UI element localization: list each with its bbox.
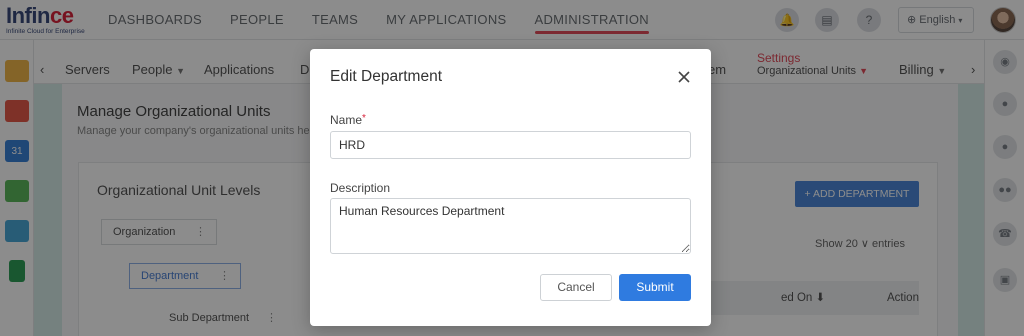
description-textarea[interactable]: Human Resources Department: [330, 198, 691, 254]
submit-button[interactable]: Submit: [619, 274, 691, 301]
name-label-text: Name: [330, 113, 363, 127]
edit-department-modal: Edit Department Name* Description Human …: [310, 49, 711, 326]
description-label: Description: [330, 181, 391, 195]
required-marker: *: [362, 113, 366, 124]
name-label: Name*: [330, 113, 366, 127]
close-icon[interactable]: [676, 69, 692, 85]
modal-title: Edit Department: [330, 68, 442, 85]
cancel-button[interactable]: Cancel: [540, 274, 612, 301]
name-input[interactable]: [330, 131, 691, 159]
